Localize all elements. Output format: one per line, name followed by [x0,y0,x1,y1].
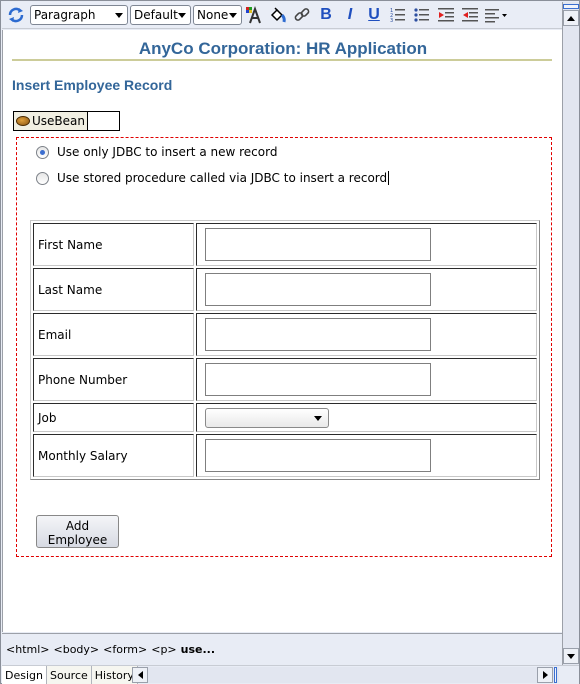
svg-text:3: 3 [390,18,393,23]
email-input[interactable] [205,318,431,351]
first-name-label: First Name [33,223,194,266]
font-value: Default [134,8,178,22]
horizontal-scrollbar[interactable] [132,667,559,683]
job-select[interactable] [205,407,329,428]
chevron-down-icon [115,13,123,18]
scroll-right-button[interactable] [537,667,553,683]
unordered-list-icon[interactable] [412,5,432,25]
indent-icon[interactable] [436,5,456,25]
design-canvas[interactable]: AnyCo Corporation: HR Application Insert… [2,30,562,632]
tab-history[interactable]: History [91,666,138,684]
paragraph-style-value: Paragraph [34,8,96,22]
radio-button[interactable] [36,145,49,159]
breadcrumb-form[interactable]: <form> [103,643,147,656]
scroll-down-button[interactable] [563,648,579,664]
usebean-label: UseBean [32,114,85,128]
arrow-left-icon [137,671,143,679]
scroll-left-button[interactable] [132,667,148,683]
app-title: AnyCo Corporation: HR Application [138,39,428,58]
job-label: Job [33,403,194,432]
scroll-up-button[interactable] [563,10,579,26]
bold-icon[interactable]: B [316,5,336,25]
last-name-label: Last Name [33,268,194,311]
monthly-salary-label: Monthly Salary [33,434,194,477]
tab-source[interactable]: Source [46,666,92,684]
table-row: Monthly Salary [33,434,537,477]
radio-jdbc-option[interactable]: Use only JDBC to insert a new record [36,145,277,159]
bean-icon [16,116,30,126]
text-cursor [388,171,390,185]
radio-stored-procedure-option[interactable]: Use stored procedure called via JDBC to … [36,171,390,185]
usebean-tag[interactable]: UseBean [13,111,120,131]
editor-tabs-bar: Design Source History [2,665,579,684]
refresh-icon[interactable] [6,5,26,25]
table-row: Last Name [33,268,537,311]
chevron-down-icon [229,13,237,18]
editor-window: Paragraph Default None B I U 123 AnyCo C… [0,0,580,684]
employee-fields-table: First Name Last Name Email Phone Number … [30,220,540,480]
paragraph-style-select[interactable]: Paragraph [30,5,128,25]
last-name-input[interactable] [205,273,431,306]
section-title: Insert Employee Record [12,77,173,93]
underline-icon[interactable]: U [364,5,384,25]
monthly-salary-input[interactable] [205,439,431,472]
tab-design[interactable]: Design [2,666,47,684]
size-select[interactable]: None [193,5,242,25]
table-row: Phone Number [33,358,537,401]
phone-number-input[interactable] [205,363,431,396]
breadcrumb-html[interactable]: <html> [6,643,50,656]
title-divider [12,59,552,61]
radio-button[interactable] [36,171,49,185]
arrow-down-icon [567,653,575,659]
add-employee-button[interactable]: Add Employee [36,515,119,548]
phone-number-label: Phone Number [33,358,194,401]
font-select[interactable]: Default [130,5,191,25]
email-label: Email [33,313,194,356]
tag-breadcrumb: <html> <body> <form> <p> use... [2,633,562,664]
text-color-icon[interactable] [244,5,264,25]
arrow-right-icon [542,671,548,679]
link-icon[interactable] [292,5,312,25]
breadcrumb-body[interactable]: <body> [54,643,100,656]
employee-form: Use only JDBC to insert a new record Use… [16,137,552,557]
outdent-icon[interactable] [460,5,480,25]
breadcrumb-p[interactable]: <p> [151,643,176,656]
arrow-up-icon [567,15,575,21]
chevron-down-icon [178,13,186,18]
scrollbar-thumb[interactable] [554,667,557,683]
table-row: Job [33,403,537,432]
table-row: Email [33,313,537,356]
radio-label: Use stored procedure called via JDBC to … [57,171,388,185]
size-value: None [197,8,229,22]
chevron-down-icon [314,415,322,421]
align-icon[interactable] [484,5,510,25]
formatting-toolbar: Paragraph Default None B I U 123 [2,2,562,29]
italic-icon[interactable]: I [340,5,360,25]
table-row: First Name [33,223,537,266]
breadcrumb-current[interactable]: use... [181,643,215,656]
vertical-scrollbar[interactable] [562,2,579,666]
fill-color-icon[interactable] [268,5,288,25]
radio-label: Use only JDBC to insert a new record [57,145,278,159]
first-name-input[interactable] [205,228,431,261]
scrollbar-thumb[interactable] [563,4,579,9]
ordered-list-icon[interactable]: 123 [388,5,408,25]
